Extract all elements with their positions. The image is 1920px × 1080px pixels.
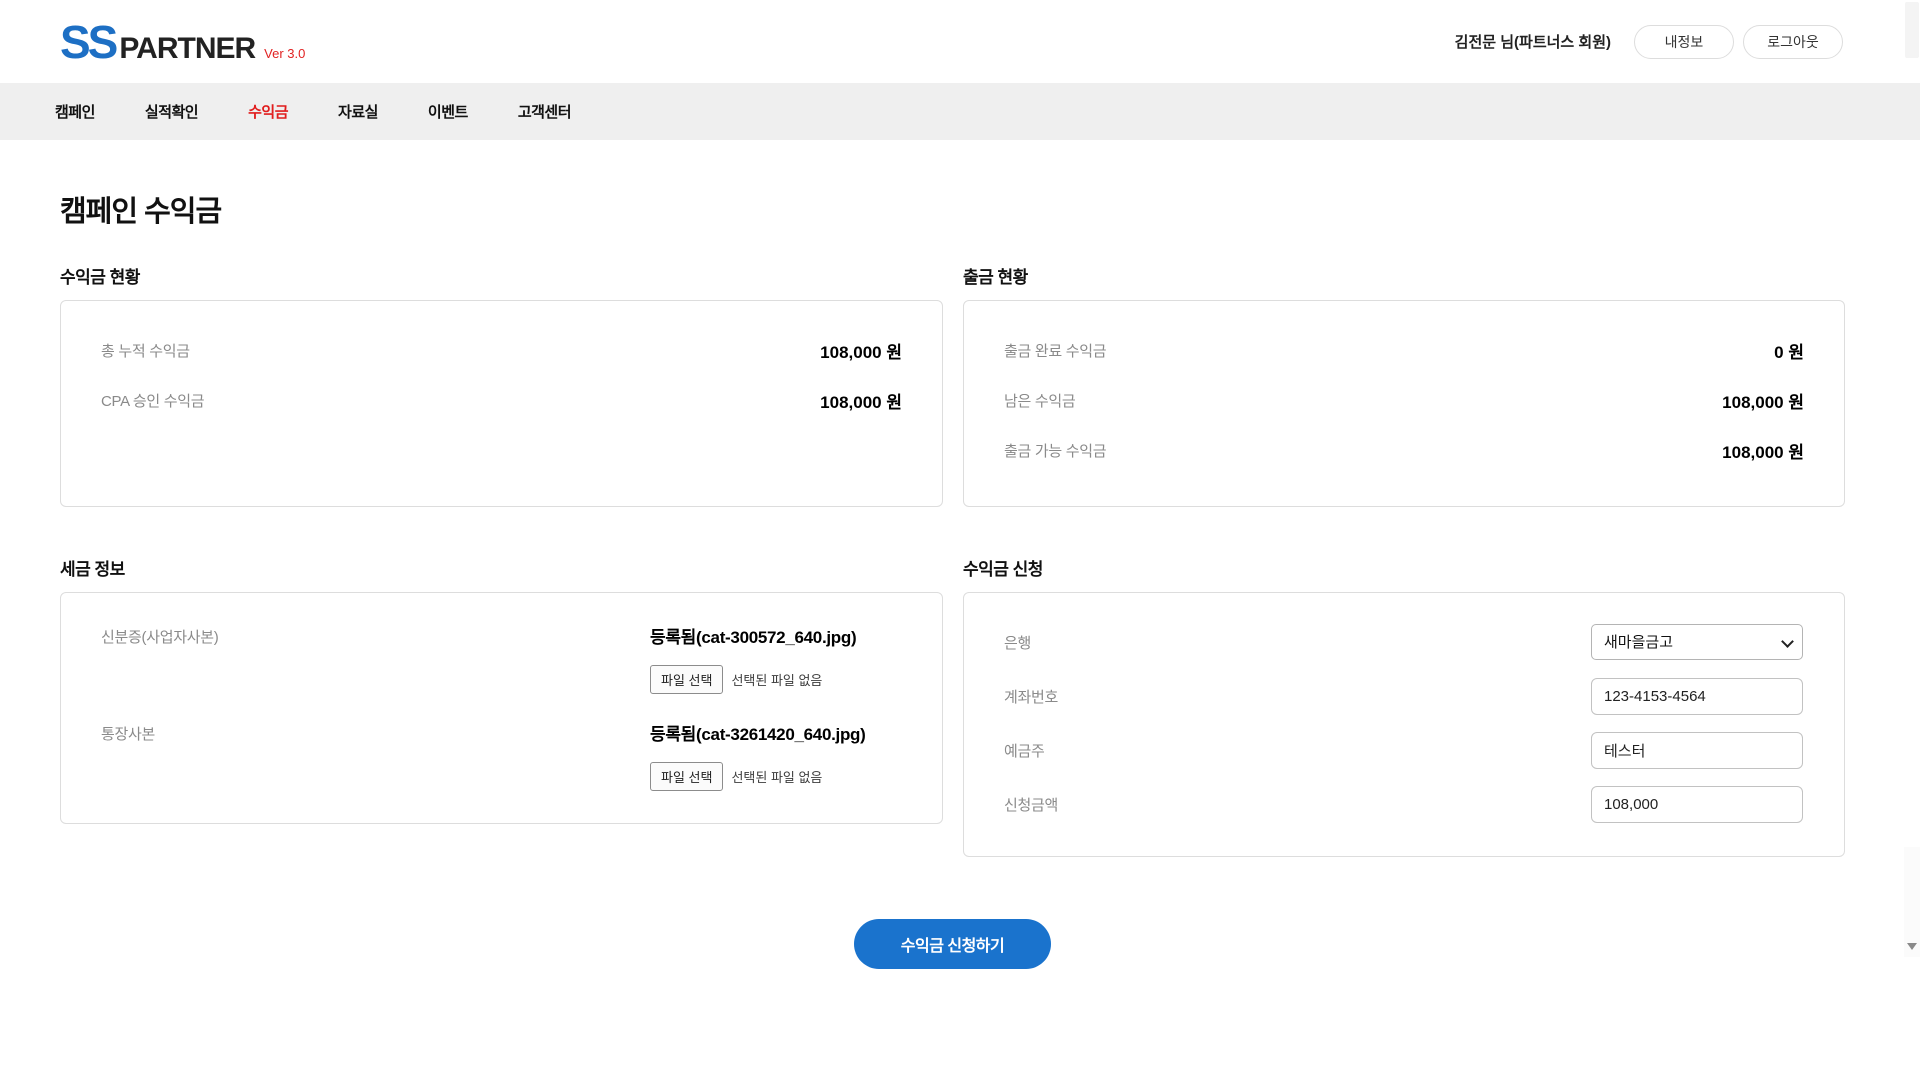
nav-item-revenue[interactable]: 수익금: [248, 101, 288, 122]
submit-wrap: 수익금 신청하기: [60, 919, 1845, 969]
bankbook-copy-status: 등록됨(cat-3261420_640.jpg): [650, 720, 902, 745]
account-holder-label: 예금주: [1004, 740, 1045, 761]
id-copy-file-input: 파일 선택 선택된 파일 없음: [650, 665, 902, 694]
logout-button[interactable]: 로그아웃: [1743, 25, 1843, 59]
bank-label: 은행: [1004, 632, 1031, 653]
remaining-revenue-value: 108,000 원: [1722, 388, 1804, 413]
form-row: 예금주: [1004, 723, 1803, 777]
main-nav: 캠페인 실적확인 수익금 자료실 이벤트 고객센터: [0, 83, 1920, 140]
withdrawn-complete-value: 0 원: [1774, 338, 1804, 363]
logo-partner-text: PARTNER: [119, 34, 255, 64]
tax-row: 통장사본 등록됨(cat-3261420_640.jpg) 파일 선택 선택된 …: [101, 720, 902, 791]
scrollbar-thumb[interactable]: [1905, 2, 1919, 58]
my-info-button[interactable]: 내정보: [1634, 25, 1734, 59]
id-copy-file-empty-text: 선택된 파일 없음: [731, 670, 822, 689]
tax-info-card: 신분증(사업자사본) 등록됨(cat-300572_640.jpg) 파일 선택…: [60, 592, 943, 824]
id-copy-status: 등록됨(cat-300572_640.jpg): [650, 623, 902, 648]
stat-row: 남은 수익금 108,000 원: [1004, 375, 1804, 425]
vertical-scrollbar[interactable]: [1904, 0, 1920, 957]
bankbook-copy-file-input: 파일 선택 선택된 파일 없음: [650, 762, 902, 791]
scrollbar-track-bottom: [1904, 847, 1920, 957]
withdrawable-revenue-label: 출금 가능 수익금: [1004, 440, 1106, 461]
nav-item-performance[interactable]: 실적확인: [145, 101, 198, 122]
page-title: 캠페인 수익금: [60, 188, 1845, 230]
form-row: 은행 새마을금고: [1004, 615, 1803, 669]
withdrawable-revenue-value: 108,000 원: [1722, 438, 1804, 463]
tax-info-heading: 세금 정보: [60, 555, 943, 580]
stat-row: 출금 가능 수익금 108,000 원: [1004, 425, 1804, 475]
withdrawal-status-section: 출금 현황 출금 완료 수익금 0 원 남은 수익금 108,000 원 출금 …: [963, 230, 1845, 507]
bankbook-copy-file-empty-text: 선택된 파일 없음: [731, 767, 822, 786]
revenue-status-section: 수익금 현황 총 누적 수익금 108,000 원 CPA 승인 수익금 108…: [60, 230, 943, 507]
withdrawal-status-card: 출금 완료 수익금 0 원 남은 수익금 108,000 원 출금 가능 수익금…: [963, 300, 1845, 507]
stat-row: 총 누적 수익금 108,000 원: [101, 325, 902, 375]
withdrawal-status-heading: 출금 현황: [963, 263, 1845, 288]
form-row: 신청금액: [1004, 777, 1803, 831]
bankbook-copy-label: 통장사본: [101, 720, 650, 744]
revenue-status-heading: 수익금 현황: [60, 263, 943, 288]
logo[interactable]: SS PARTNER Ver 3.0: [60, 19, 305, 65]
nav-item-resources[interactable]: 자료실: [338, 101, 378, 122]
revenue-status-card: 총 누적 수익금 108,000 원 CPA 승인 수익금 108,000 원: [60, 300, 943, 507]
scrollbar-down-arrow-icon[interactable]: [1907, 943, 1917, 950]
revenue-request-section: 수익금 신청 은행 새마을금고 계좌번호 예금주: [963, 507, 1845, 857]
nav-item-events[interactable]: 이벤트: [428, 101, 468, 122]
amount-input[interactable]: [1591, 786, 1803, 823]
nav-item-campaign[interactable]: 캠페인: [55, 101, 95, 122]
revenue-request-card: 은행 새마을금고 계좌번호 예금주 신: [963, 592, 1845, 857]
account-number-input[interactable]: [1591, 678, 1803, 715]
header: SS PARTNER Ver 3.0 김전문 님(파트너스 회원) 내정보 로그…: [0, 0, 1920, 83]
amount-label: 신청금액: [1004, 794, 1058, 815]
stat-row: 출금 완료 수익금 0 원: [1004, 325, 1804, 375]
main-content: 캠페인 수익금 수익금 현황 총 누적 수익금 108,000 원 CPA 승인…: [0, 188, 1920, 969]
bank-select-wrap: 새마을금고: [1591, 624, 1803, 660]
nav-item-support[interactable]: 고객센터: [518, 101, 571, 122]
bankbook-copy-file-select-button[interactable]: 파일 선택: [650, 762, 723, 791]
user-label: 김전문 님(파트너스 회원): [1455, 31, 1611, 52]
total-accumulated-value: 108,000 원: [820, 338, 902, 363]
tax-row: 신분증(사업자사본) 등록됨(cat-300572_640.jpg) 파일 선택…: [101, 623, 902, 694]
form-row: 계좌번호: [1004, 669, 1803, 723]
logo-version: Ver 3.0: [264, 46, 305, 61]
logo-ss-icon: SS: [60, 19, 115, 65]
tax-info-section: 세금 정보 신분증(사업자사본) 등록됨(cat-300572_640.jpg)…: [60, 507, 943, 824]
id-copy-file-select-button[interactable]: 파일 선택: [650, 665, 723, 694]
id-copy-value-col: 등록됨(cat-300572_640.jpg) 파일 선택 선택된 파일 없음: [650, 623, 902, 694]
total-accumulated-label: 총 누적 수익금: [101, 340, 190, 361]
cpa-approved-value: 108,000 원: [820, 388, 902, 413]
stat-row: CPA 승인 수익금 108,000 원: [101, 375, 902, 425]
account-number-label: 계좌번호: [1004, 686, 1058, 707]
id-copy-label: 신분증(사업자사본): [101, 623, 650, 647]
header-right: 김전문 님(파트너스 회원) 내정보 로그아웃: [1455, 25, 1843, 59]
account-holder-input[interactable]: [1591, 732, 1803, 769]
bank-select[interactable]: 새마을금고: [1591, 624, 1803, 660]
revenue-request-heading: 수익금 신청: [963, 555, 1845, 580]
withdrawn-complete-label: 출금 완료 수익금: [1004, 340, 1106, 361]
remaining-revenue-label: 남은 수익금: [1004, 390, 1075, 411]
bankbook-copy-value-col: 등록됨(cat-3261420_640.jpg) 파일 선택 선택된 파일 없음: [650, 720, 902, 791]
cpa-approved-label: CPA 승인 수익금: [101, 390, 204, 411]
revenue-request-submit-button[interactable]: 수익금 신청하기: [854, 919, 1051, 969]
